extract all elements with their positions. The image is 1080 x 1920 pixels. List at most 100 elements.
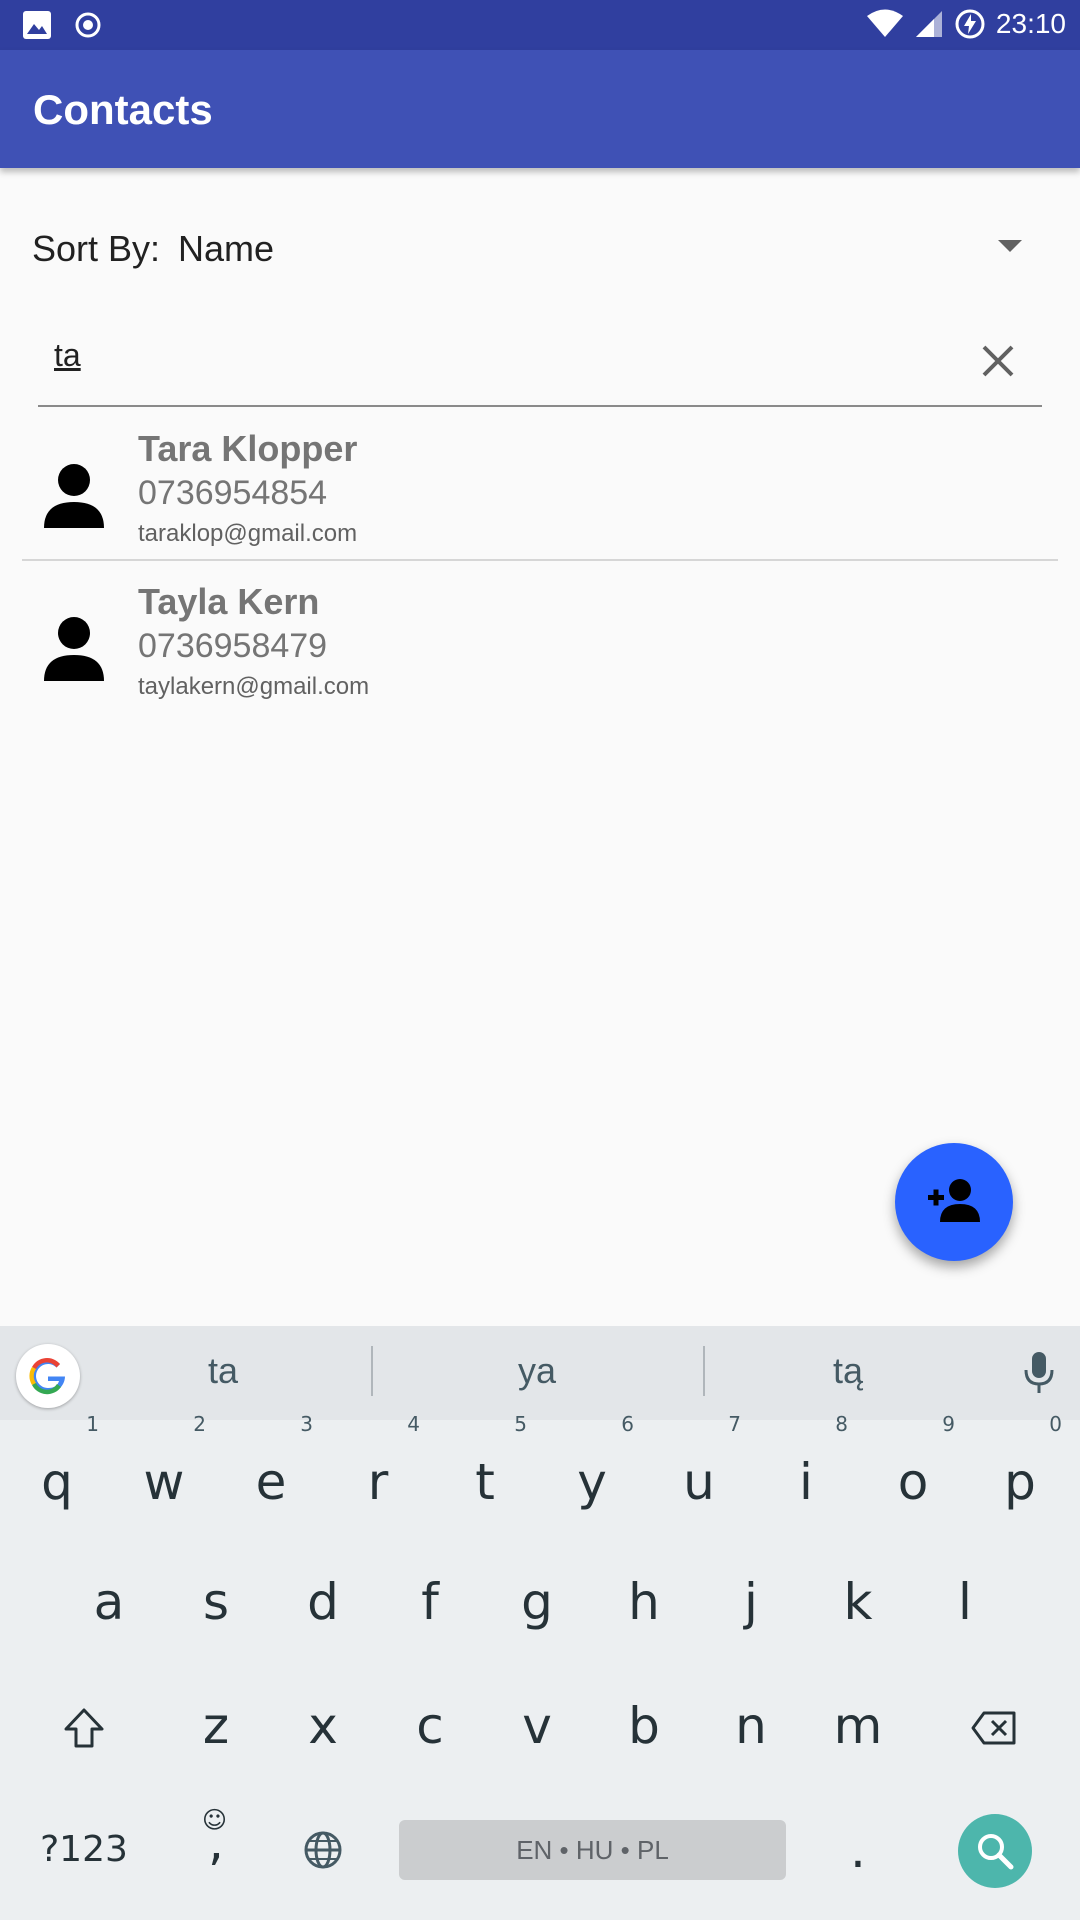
key-h[interactable]: h	[594, 1552, 694, 1652]
sort-label: Sort By:	[32, 228, 161, 269]
search-input[interactable]: ta	[54, 337, 81, 374]
key-i[interactable]: i8	[756, 1414, 856, 1532]
key-label: e	[255, 1453, 287, 1511]
key-label: b	[628, 1697, 660, 1755]
key-label: p	[1004, 1453, 1036, 1511]
key-label: w	[143, 1453, 185, 1511]
suggestion-1[interactable]: ta	[123, 1350, 323, 1392]
key-z[interactable]: z	[166, 1676, 266, 1776]
key-label: h	[628, 1573, 660, 1631]
key-label: x	[308, 1697, 338, 1755]
contact-phone: 0736954854	[138, 474, 328, 512]
suggestion-3[interactable]: tą	[748, 1350, 948, 1392]
key-number: 1	[86, 1412, 99, 1436]
sort-row: Sort By: Name	[0, 220, 1080, 280]
globe-icon	[304, 1831, 342, 1869]
key-number: 9	[942, 1412, 955, 1436]
period-key[interactable]: .	[808, 1800, 908, 1900]
key-o[interactable]: o9	[863, 1414, 963, 1532]
key-n[interactable]: n	[701, 1676, 801, 1776]
key-label: q	[41, 1453, 73, 1511]
backspace-icon	[971, 1711, 1016, 1745]
key-label: r	[367, 1453, 389, 1511]
key-label: .	[850, 1821, 866, 1879]
backspace-key[interactable]	[944, 1678, 1044, 1778]
gallery-icon	[23, 11, 51, 39]
key-label: u	[683, 1453, 715, 1511]
shift-icon	[64, 1708, 104, 1748]
key-d[interactable]: d	[273, 1552, 373, 1652]
key-w[interactable]: w2	[114, 1414, 214, 1532]
key-c[interactable]: c	[380, 1676, 480, 1776]
key-t[interactable]: t5	[435, 1414, 535, 1532]
key-label: m	[833, 1697, 883, 1755]
symbols-key[interactable]: ?123	[22, 1800, 146, 1900]
status-time: 23:10	[995, 8, 1066, 39]
add-contact-button[interactable]	[895, 1143, 1013, 1261]
key-x[interactable]: x	[273, 1676, 373, 1776]
key-label: d	[307, 1573, 339, 1631]
key-label: a	[93, 1573, 125, 1631]
key-y[interactable]: y6	[542, 1414, 642, 1532]
contact-list-item[interactable]: Tayla Kern 0736958479 taylakern@gmail.co…	[22, 573, 1058, 725]
key-a[interactable]: a	[59, 1552, 159, 1652]
search-field[interactable]: ta	[38, 325, 1042, 407]
page-title: Contacts	[33, 86, 213, 133]
contact-list-item[interactable]: Tara Klopper 0736954854 taraklop@gmail.c…	[22, 420, 1058, 572]
suggestion-bar: ta ya tą	[0, 1326, 1080, 1420]
key-number: 0	[1049, 1412, 1062, 1436]
key-b[interactable]: b	[594, 1676, 694, 1776]
key-e[interactable]: e3	[221, 1414, 321, 1532]
key-label: z	[202, 1697, 230, 1755]
key-v[interactable]: v	[487, 1676, 587, 1776]
person-icon	[44, 617, 104, 681]
signal-icon	[915, 11, 942, 37]
shift-key[interactable]	[34, 1678, 134, 1778]
key-q[interactable]: q1	[7, 1414, 107, 1532]
add-person-icon	[928, 1179, 980, 1222]
battery-charging-icon	[955, 9, 985, 39]
dropdown-arrow-icon[interactable]	[998, 240, 1022, 252]
person-icon	[44, 464, 104, 528]
list-divider	[22, 559, 1058, 561]
key-g[interactable]: g	[487, 1552, 587, 1652]
suggestion-2[interactable]: ya	[437, 1350, 637, 1392]
key-l[interactable]: l	[915, 1552, 1015, 1652]
key-number: 7	[728, 1412, 741, 1436]
key-label: v	[522, 1697, 552, 1755]
key-k[interactable]: k	[808, 1552, 908, 1652]
search-key[interactable]	[958, 1814, 1032, 1888]
key-number: 4	[407, 1412, 420, 1436]
key-label: l	[958, 1573, 972, 1631]
comma-key[interactable]: ☺ ,	[166, 1800, 266, 1900]
key-f[interactable]: f	[380, 1552, 480, 1652]
key-label: k	[843, 1573, 873, 1631]
sort-dropdown[interactable]: Name	[178, 228, 274, 270]
key-u[interactable]: u7	[649, 1414, 749, 1532]
key-label: o	[897, 1453, 929, 1511]
key-label: i	[799, 1453, 813, 1511]
suggestion-divider	[371, 1346, 373, 1396]
radio-record-icon	[75, 12, 101, 38]
contact-name: Tayla Kern	[138, 581, 320, 622]
key-label: y	[577, 1453, 607, 1511]
key-r[interactable]: r4	[328, 1414, 428, 1532]
key-j[interactable]: j	[701, 1552, 801, 1652]
key-label: ?123	[40, 1829, 128, 1870]
contact-phone: 0736958479	[138, 627, 328, 665]
space-key[interactable]: EN • HU • PL	[399, 1820, 786, 1880]
key-label: c	[416, 1697, 444, 1755]
google-icon[interactable]	[16, 1344, 80, 1408]
mic-icon[interactable]	[1022, 1350, 1056, 1396]
contact-name: Tara Klopper	[138, 428, 358, 469]
search-icon	[978, 1834, 1014, 1870]
key-label: ,	[208, 1813, 224, 1871]
key-number: 5	[514, 1412, 527, 1436]
close-icon[interactable]	[976, 339, 1020, 383]
key-m[interactable]: m	[808, 1676, 908, 1776]
language-key[interactable]	[273, 1800, 373, 1900]
contact-email: taraklop@gmail.com	[138, 520, 358, 547]
key-p[interactable]: p0	[970, 1414, 1070, 1532]
key-s[interactable]: s	[166, 1552, 266, 1652]
app-bar: Contacts	[0, 50, 1080, 168]
